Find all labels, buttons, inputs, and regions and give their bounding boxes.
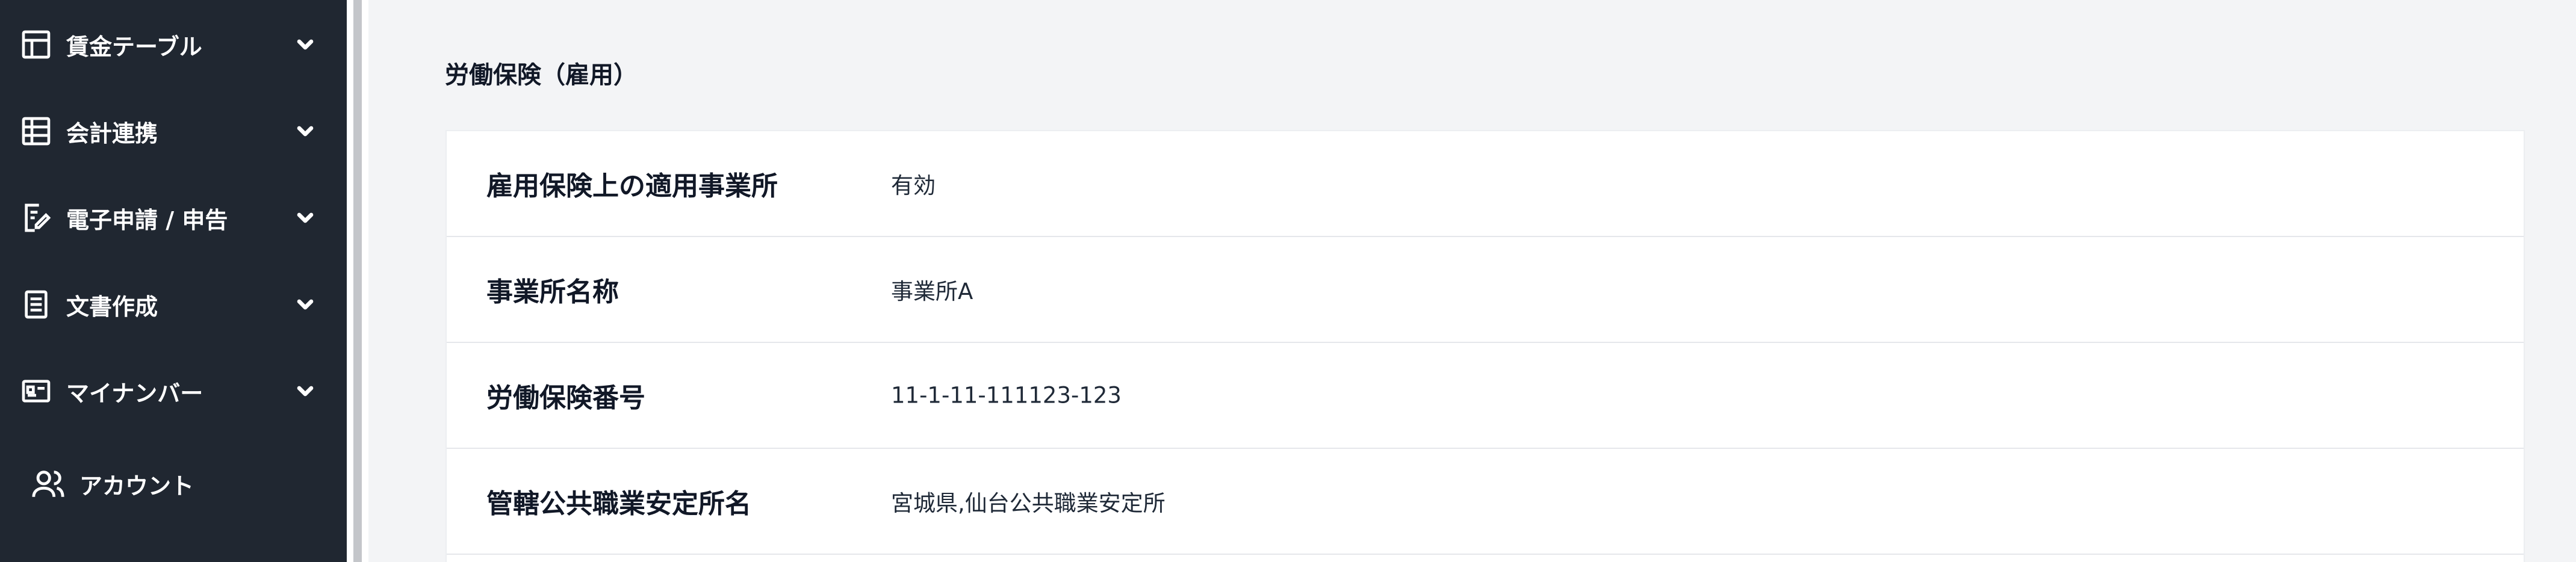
chevron-down-icon[interactable] [293,292,317,317]
section-title: 労働保険（雇用） [445,61,638,89]
chevron-down-icon[interactable] [293,206,317,230]
detail-label: 管轄公共職業安定所名 [486,489,751,519]
sidebar-item-wage-table[interactable]: 賃金テーブル [0,8,347,81]
detail-label: 雇用保険上の適用事業所 [486,171,778,202]
insurance-details-card: 雇用保険上の適用事業所 有効 事業所名称 事業所A 労働保険番号 11-1-11… [445,130,2525,562]
chevron-down-icon[interactable] [293,32,317,57]
detail-row: 管轄公共職業安定所名 宮城県,仙台公共職業安定所 [447,449,2524,555]
sidebar-item-my-number[interactable]: マイナンバー [0,355,347,427]
sidebar-item-label: 賃金テーブル [66,33,202,60]
detail-value: 11-1-11-111123-123 [891,382,1122,409]
chevron-down-icon[interactable] [293,119,317,143]
sidebar-item-account[interactable]: アカウント [0,448,347,520]
sidebar-item-accounting[interactable]: 会計連携 [0,95,347,167]
detail-label: 事業所名称 [486,277,619,307]
sidebar-item-label: 会計連携 [66,120,158,147]
detail-row: 事業所名称 事業所A [447,237,2524,343]
detail-value: 有効 [891,173,936,199]
sidebar-scrollbar-thumb[interactable] [353,0,362,562]
detail-row: 労働保険番号 11-1-11-111123-123 [447,343,2524,449]
document-edit-icon [18,200,54,236]
detail-value: 事業所A [891,279,973,304]
detail-value: 宮城県,仙台公共職業安定所 [891,490,1165,516]
sidebar: 賃金テーブル 会計連携 電子申請 / 申告 文書作成 マイナンバー アカウント [0,0,347,562]
table-icon [18,26,54,63]
main-content: 労働保険（雇用） 雇用保険上の適用事業所 有効 事業所名称 事業所A 労働保険番… [368,0,2576,562]
sidebar-item-label: 電子申請 / 申告 [66,206,228,233]
detail-label: 労働保険番号 [486,383,645,413]
document-text-icon [18,286,54,323]
spreadsheet-icon [18,113,54,149]
detail-row: 雇用保険上の適用事業所 有効 [447,131,2524,237]
users-icon [30,466,66,502]
chevron-down-icon[interactable] [293,379,317,403]
sidebar-item-e-application[interactable]: 電子申請 / 申告 [0,182,347,254]
app-window: 賃金テーブル 会計連携 電子申請 / 申告 文書作成 マイナンバー アカウント … [0,0,2576,562]
sidebar-item-label: アカウント [79,472,194,499]
sidebar-item-label: 文書作成 [66,293,158,320]
id-card-icon [18,373,54,409]
sidebar-item-document-creation[interactable]: 文書作成 [0,268,347,341]
sidebar-item-label: マイナンバー [66,380,203,407]
